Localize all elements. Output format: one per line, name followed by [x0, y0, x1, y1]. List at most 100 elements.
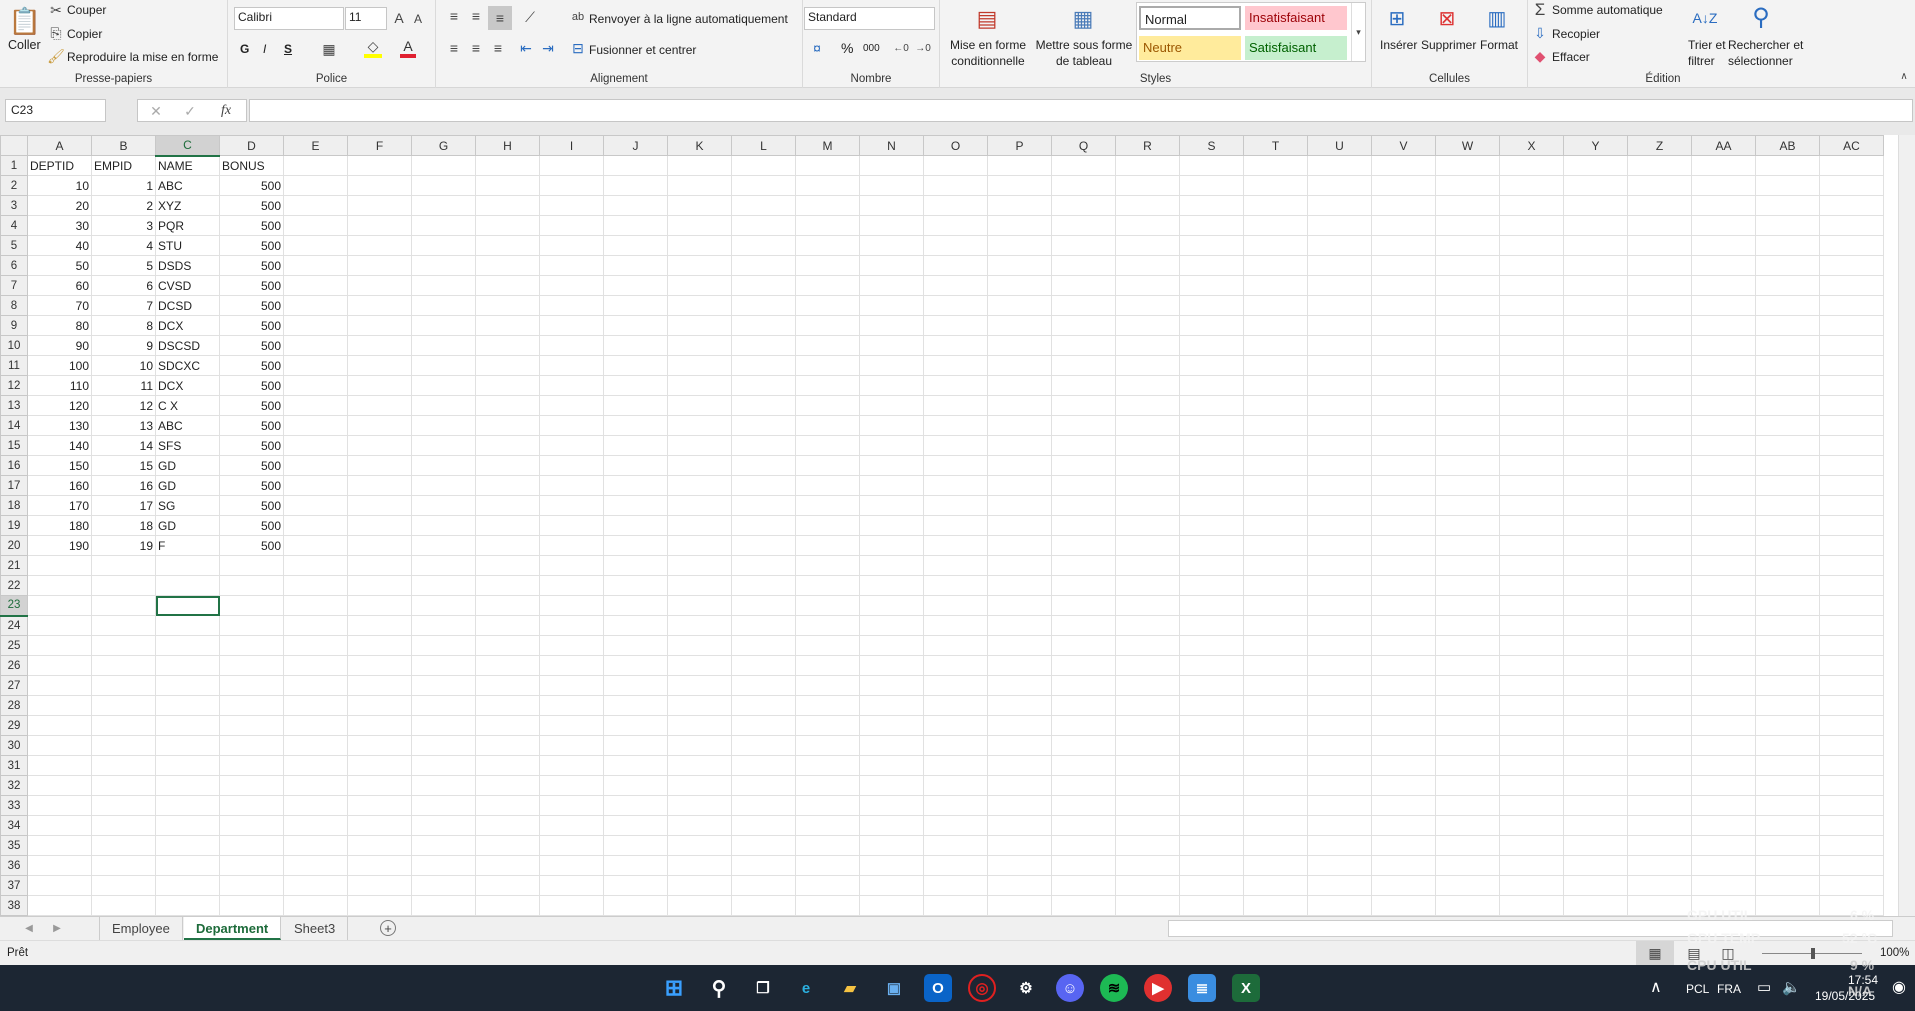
cell-G5[interactable] — [411, 235, 476, 256]
cell-P13[interactable] — [987, 395, 1052, 416]
cell-AA15[interactable] — [1691, 435, 1756, 456]
cell-F1[interactable] — [347, 155, 412, 176]
cell-T37[interactable] — [1243, 875, 1308, 896]
cell-D34[interactable] — [219, 815, 284, 836]
notifications-icon[interactable]: ◉ — [1892, 977, 1906, 997]
cell-I4[interactable] — [539, 215, 604, 236]
cell-L29[interactable] — [731, 715, 796, 736]
cell-I12[interactable] — [539, 375, 604, 396]
cell-AB35[interactable] — [1755, 835, 1820, 856]
tray-overflow-icon[interactable]: ∧ — [1650, 977, 1662, 997]
cell-E2[interactable] — [283, 175, 348, 196]
column-header-P[interactable]: P — [987, 135, 1052, 156]
cell-C7[interactable]: CVSD — [155, 275, 220, 296]
row-header[interactable]: 33 — [0, 795, 28, 816]
cell-V14[interactable] — [1371, 415, 1436, 436]
cell-C11[interactable]: SDCXC — [155, 355, 220, 376]
row-header[interactable]: 38 — [0, 895, 28, 916]
cell-X35[interactable] — [1499, 835, 1564, 856]
cell-AB4[interactable] — [1755, 215, 1820, 236]
cell-M32[interactable] — [795, 775, 860, 796]
cell-H35[interactable] — [475, 835, 540, 856]
cell-Z32[interactable] — [1627, 775, 1692, 796]
cell-T23[interactable] — [1243, 595, 1308, 616]
cell-N18[interactable] — [859, 495, 924, 516]
cell-AA26[interactable] — [1691, 655, 1756, 676]
column-header-M[interactable]: M — [795, 135, 860, 156]
cell-C2[interactable]: ABC — [155, 175, 220, 196]
cell-AC33[interactable] — [1819, 795, 1884, 816]
column-header-E[interactable]: E — [283, 135, 348, 156]
cell-W35[interactable] — [1435, 835, 1500, 856]
cell-Q11[interactable] — [1051, 355, 1116, 376]
cell-W36[interactable] — [1435, 855, 1500, 876]
cell-I17[interactable] — [539, 475, 604, 496]
cell-E6[interactable] — [283, 255, 348, 276]
column-header-O[interactable]: O — [923, 135, 988, 156]
cell-L2[interactable] — [731, 175, 796, 196]
cell-J31[interactable] — [603, 755, 668, 776]
cell-T31[interactable] — [1243, 755, 1308, 776]
cell-AA32[interactable] — [1691, 775, 1756, 796]
cell-T34[interactable] — [1243, 815, 1308, 836]
cell-J14[interactable] — [603, 415, 668, 436]
decrease-indent-icon[interactable]: ⇤ — [516, 38, 536, 58]
cell-X29[interactable] — [1499, 715, 1564, 736]
cell-Z36[interactable] — [1627, 855, 1692, 876]
cell-F28[interactable] — [347, 695, 412, 716]
cell-N6[interactable] — [859, 255, 924, 276]
cell-H34[interactable] — [475, 815, 540, 836]
cell-Y9[interactable] — [1563, 315, 1628, 336]
cell-B34[interactable] — [91, 815, 156, 836]
cell-I30[interactable] — [539, 735, 604, 756]
cell-AC5[interactable] — [1819, 235, 1884, 256]
cell-Q16[interactable] — [1051, 455, 1116, 476]
cell-V5[interactable] — [1371, 235, 1436, 256]
percent-button[interactable]: % — [841, 40, 853, 56]
cell-Z8[interactable] — [1627, 295, 1692, 316]
align-middle-icon[interactable]: ≡ — [466, 6, 486, 26]
cell-B19[interactable]: 18 — [91, 515, 156, 536]
cell-C14[interactable]: ABC — [155, 415, 220, 436]
cell-S24[interactable] — [1179, 615, 1244, 636]
cell-B8[interactable]: 7 — [91, 295, 156, 316]
cell-O1[interactable] — [923, 155, 988, 176]
cell-C30[interactable] — [155, 735, 220, 756]
cell-U6[interactable] — [1307, 255, 1372, 276]
cell-L22[interactable] — [731, 575, 796, 596]
cell-Z6[interactable] — [1627, 255, 1692, 276]
cell-L7[interactable] — [731, 275, 796, 296]
cell-P4[interactable] — [987, 215, 1052, 236]
cell-G2[interactable] — [411, 175, 476, 196]
cell-H26[interactable] — [475, 655, 540, 676]
cell-A6[interactable]: 50 — [27, 255, 92, 276]
style-normal[interactable]: Normal — [1139, 6, 1241, 30]
cell-A16[interactable]: 150 — [27, 455, 92, 476]
cell-I18[interactable] — [539, 495, 604, 516]
cell-O16[interactable] — [923, 455, 988, 476]
row-header[interactable]: 17 — [0, 475, 28, 496]
cell-W2[interactable] — [1435, 175, 1500, 196]
cell-U24[interactable] — [1307, 615, 1372, 636]
cell-K12[interactable] — [667, 375, 732, 396]
cell-S30[interactable] — [1179, 735, 1244, 756]
cell-Z3[interactable] — [1627, 195, 1692, 216]
cell-S2[interactable] — [1179, 175, 1244, 196]
cell-X31[interactable] — [1499, 755, 1564, 776]
cell-M18[interactable] — [795, 495, 860, 516]
cell-O7[interactable] — [923, 275, 988, 296]
cell-B14[interactable]: 13 — [91, 415, 156, 436]
gallery-scroll[interactable]: ▾ — [1351, 3, 1365, 61]
cell-W37[interactable] — [1435, 875, 1500, 896]
cell-Z4[interactable] — [1627, 215, 1692, 236]
cell-A3[interactable]: 20 — [27, 195, 92, 216]
cell-A9[interactable]: 80 — [27, 315, 92, 336]
cell-K7[interactable] — [667, 275, 732, 296]
cell-S28[interactable] — [1179, 695, 1244, 716]
cell-S34[interactable] — [1179, 815, 1244, 836]
cell-AA4[interactable] — [1691, 215, 1756, 236]
cell-Q22[interactable] — [1051, 575, 1116, 596]
cell-L38[interactable] — [731, 895, 796, 916]
cell-B18[interactable]: 17 — [91, 495, 156, 516]
cell-T30[interactable] — [1243, 735, 1308, 756]
